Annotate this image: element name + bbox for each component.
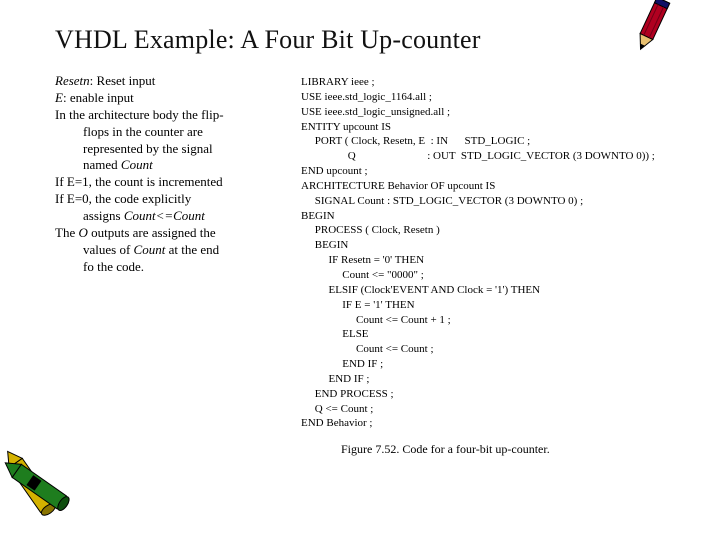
pencil-icon [622,0,682,62]
code-line: USE ieee.std_logic_1164.all ; [301,90,680,105]
text: represented by the signal [55,141,295,158]
text: outputs are assigned the [88,225,216,240]
code-line: IF Resetn = '0' THEN [301,253,680,268]
crayons-icon [0,412,110,532]
code-line: Q <= Count ; [301,402,680,417]
term-o: O [78,225,87,240]
figure-caption: Figure 7.52. Code for a four-bit up-coun… [301,441,680,457]
code-line: END PROCESS ; [301,387,680,402]
code-line: Q : OUT STD_LOGIC_VECTOR (3 DOWNTO 0)) ; [301,149,680,164]
code-line: PORT ( Clock, Resetn, E : IN STD_LOGIC ; [301,134,680,149]
code-line: Count <= Count ; [301,342,680,357]
code-line: ELSIF (Clock'EVENT AND Clock = '1') THEN [301,283,680,298]
text: fo the code. [55,259,295,276]
desc-enable: E: enable input [55,90,295,107]
text: assigns [83,208,124,223]
code-line: BEGIN [301,238,680,253]
code-line: END Behavior ; [301,416,680,431]
text: If E=0, the code explicitly [55,191,191,206]
code-line: Count <= Count + 1 ; [301,313,680,328]
code-line: PROCESS ( Clock, Resetn ) [301,223,680,238]
code-line: LIBRARY ieee ; [301,75,680,90]
code-line: END IF ; [301,357,680,372]
term-count: Count [121,157,153,172]
code-line: END upcount ; [301,164,680,179]
text: : Reset input [90,73,156,88]
text: values of Count at the end [55,242,295,259]
desc-resetn: Resetn: Reset input [55,73,295,90]
code-line: BEGIN [301,209,680,224]
text: : enable input [63,90,134,105]
code-line: ELSE [301,327,680,342]
code-column: LIBRARY ieee ; USE ieee.std_logic_1164.a… [301,73,680,457]
term-count2: Count [134,242,166,257]
text: In the architecture body the flip- [55,107,224,122]
code-line: USE ieee.std_logic_unsigned.all ; [301,105,680,120]
term-resetn: Resetn [55,73,90,88]
desc-output: The O outputs are assigned the values of… [55,225,295,276]
desc-e1: If E=1, the count is incremented [55,174,295,191]
text: flops in the counter are [55,124,295,141]
code-line: Count <= "0000" ; [301,268,680,283]
content-row: Resetn: Reset input E: enable input In t… [55,73,680,457]
term-assign: Count<=Count [124,208,205,223]
code-line: ENTITY upcount IS [301,120,680,135]
text: The [55,225,78,240]
text: at the end [165,242,219,257]
code-line: ARCHITECTURE Behavior OF upcount IS [301,179,680,194]
slide-title: VHDL Example: A Four Bit Up-counter [55,25,680,55]
text: named Count [55,157,295,174]
text: named [83,157,121,172]
desc-e0: If E=0, the code explicitly assigns Coun… [55,191,295,225]
code-line: SIGNAL Count : STD_LOGIC_VECTOR (3 DOWNT… [301,194,680,209]
text: assigns Count<=Count [55,208,295,225]
code-line: END IF ; [301,372,680,387]
code-line: IF E = '1' THEN [301,298,680,313]
term-e: E [55,90,63,105]
desc-arch: In the architecture body the flip- flops… [55,107,295,175]
description-column: Resetn: Reset input E: enable input In t… [55,73,295,457]
text: values of [83,242,134,257]
